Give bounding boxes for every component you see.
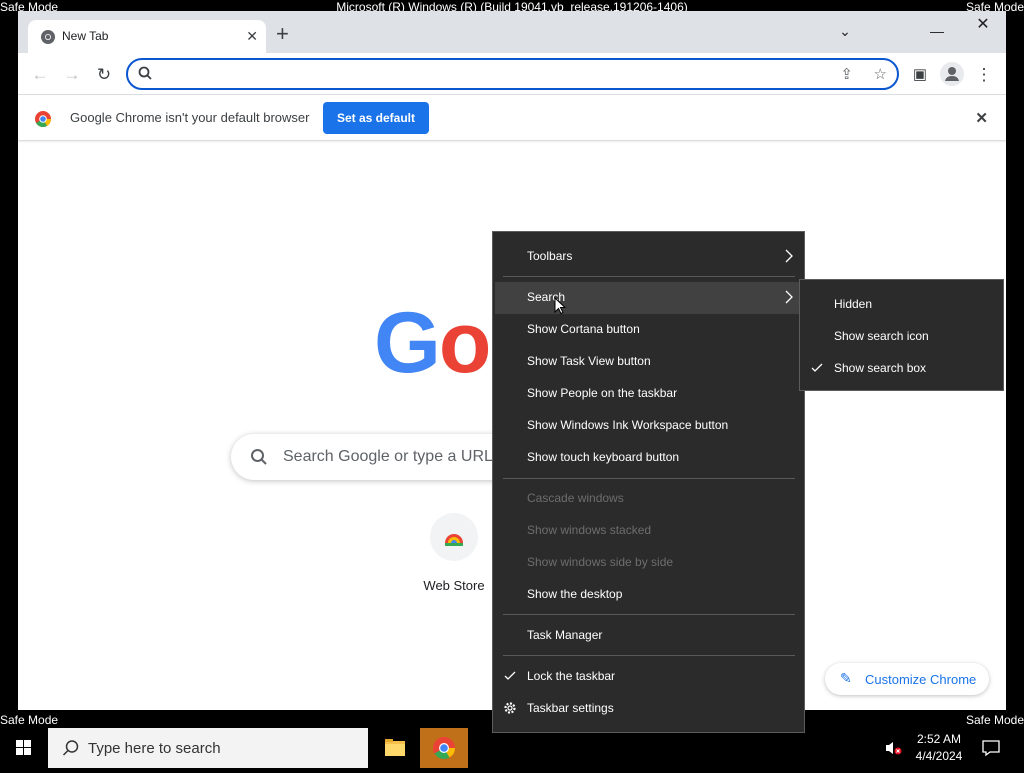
default-browser-infobar: Google Chrome isn't your default browser… — [18, 96, 1006, 141]
chrome-favicon-icon — [41, 30, 55, 44]
chevron-right-icon — [785, 290, 793, 304]
mouse-cursor-icon — [554, 297, 566, 315]
file-explorer-taskbar-button[interactable] — [371, 728, 419, 768]
ntp-search-placeholder: Search Google or type a URL — [283, 448, 493, 465]
gear-icon — [504, 702, 516, 714]
checkmark-icon — [811, 363, 823, 372]
windows-logo-icon — [16, 740, 31, 755]
notification-icon[interactable] — [982, 739, 1000, 757]
ntp-search-box[interactable]: Search Google or type a URL — [231, 434, 531, 480]
menu-item-show-cortana[interactable]: Show Cortana button — [527, 322, 640, 336]
taskbar-search-box[interactable]: Type here to search — [48, 728, 368, 768]
menu-item-toolbars[interactable]: Toolbars — [527, 249, 572, 263]
menu-item-show-touch-keyboard[interactable]: Show touch keyboard button — [527, 450, 679, 464]
menu-divider — [503, 655, 795, 656]
infobar-message: Google Chrome isn't your default browser — [70, 110, 310, 125]
menu-item-taskbar-settings[interactable]: Taskbar settings — [527, 701, 614, 715]
taskbar: Type here to search 2:52 AM 4/4/2024 — [0, 728, 1024, 768]
submenu-item-show-search-box[interactable]: Show search box — [834, 361, 926, 375]
menu-divider — [503, 614, 795, 615]
new-tab-plus-icon[interactable]: + — [276, 23, 289, 45]
safe-mode-label-bottom-left: Safe Mode — [0, 713, 59, 727]
start-button[interactable] — [0, 728, 48, 768]
tab-title: New Tab — [62, 29, 109, 43]
close-window-icon[interactable]: ✕ — [960, 11, 1006, 39]
taskbar-search-placeholder: Type here to search — [88, 740, 221, 757]
side-panel-icon[interactable]: ▣ — [908, 63, 932, 87]
clock-time: 2:52 AM — [916, 732, 962, 746]
address-bar[interactable]: ⇪ ☆ — [126, 58, 899, 90]
forward-arrow-icon[interactable]: → — [60, 63, 84, 87]
google-logo: Go — [374, 295, 491, 391]
tab-new-tab[interactable]: New Tab ✕ — [28, 20, 266, 53]
browser-toolbar: ← → ↻ ⇪ ☆ ▣ ⋮ — [18, 53, 1006, 95]
web-store-label: Web Store — [423, 578, 485, 593]
taskbar-clock[interactable]: 2:52 AM 4/4/2024 — [904, 731, 974, 765]
menu-divider — [503, 276, 795, 277]
set-as-default-button[interactable]: Set as default — [323, 102, 429, 134]
share-icon[interactable]: ⇪ — [840, 65, 853, 83]
menu-item-task-manager[interactable]: Task Manager — [527, 628, 602, 642]
close-infobar-icon[interactable]: ✕ — [975, 109, 988, 127]
submenu-item-hidden[interactable]: Hidden — [834, 297, 872, 311]
chevron-right-icon — [785, 249, 793, 263]
chrome-logo-icon — [433, 737, 455, 759]
search-icon — [62, 740, 79, 756]
profile-avatar-icon[interactable] — [940, 62, 964, 86]
back-arrow-icon[interactable]: ← — [28, 63, 52, 87]
customize-chrome-label: Customize Chrome — [865, 672, 977, 687]
chrome-logo-icon — [35, 111, 52, 128]
menu-item-show-windows-stacked: Show windows stacked — [527, 523, 652, 537]
submenu-item-show-search-icon[interactable]: Show search icon — [834, 329, 929, 343]
clock-date: 4/4/2024 — [915, 749, 963, 763]
menu-item-show-desktop[interactable]: Show the desktop — [527, 587, 622, 601]
menu-divider — [503, 478, 795, 479]
chrome-taskbar-button[interactable] — [420, 728, 468, 768]
reload-icon[interactable]: ↻ — [92, 63, 116, 87]
menu-item-show-windows-side-by-side: Show windows side by side — [527, 555, 674, 569]
checkmark-icon — [504, 671, 516, 680]
tab-strip: New Tab ✕ + ⌄ — ☐ — [18, 11, 1006, 53]
menu-item-show-people[interactable]: Show People on the taskbar — [527, 386, 677, 400]
menu-item-lock-taskbar[interactable]: Lock the taskbar — [527, 669, 615, 683]
search-icon — [251, 449, 267, 465]
minimize-icon[interactable]: — — [914, 17, 960, 45]
menu-item-show-ink-workspace[interactable]: Show Windows Ink Workspace button — [527, 418, 728, 432]
speaker-muted-icon[interactable] — [884, 740, 902, 756]
close-tab-icon[interactable]: ✕ — [246, 28, 258, 45]
web-store-icon — [445, 534, 463, 546]
taskbar-context-menu: Toolbars Search Show Cortana button Show… — [492, 231, 805, 733]
web-store-shortcut[interactable] — [430, 513, 478, 561]
pencil-icon: ✎ — [840, 670, 852, 686]
bookmark-star-icon[interactable]: ☆ — [874, 65, 887, 83]
kebab-menu-icon[interactable]: ⋮ — [972, 63, 996, 87]
menu-item-cascade-windows: Cascade windows — [527, 491, 624, 505]
safe-mode-label-bottom-right: Safe Mode — [965, 713, 1024, 727]
folder-icon — [385, 739, 405, 756]
search-icon — [138, 66, 152, 80]
tab-search-chevron-icon[interactable]: ⌄ — [822, 17, 868, 45]
customize-chrome-button[interactable]: ✎ Customize Chrome — [825, 663, 989, 695]
search-submenu: Hidden Show search icon Show search box — [799, 279, 1004, 391]
menu-item-show-task-view[interactable]: Show Task View button — [527, 354, 651, 368]
